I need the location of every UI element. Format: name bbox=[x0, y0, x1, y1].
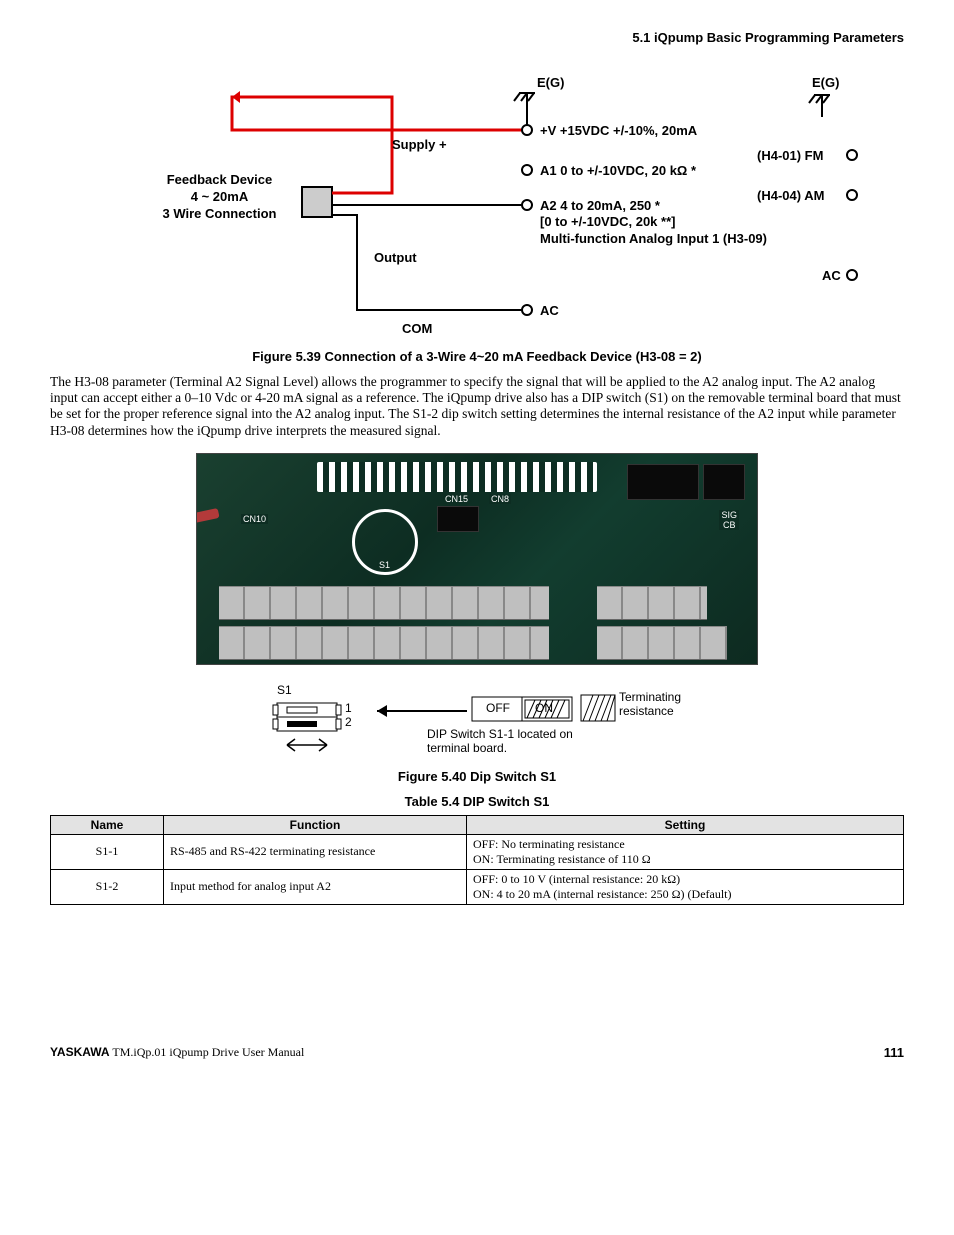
th-function: Function bbox=[164, 815, 467, 834]
a2-line2: [0 to +/-10VDC, 20k **] bbox=[540, 214, 675, 229]
page-number: 111 bbox=[884, 1045, 904, 1060]
a2-line1: A2 4 to 20mA, 250 * bbox=[540, 198, 660, 213]
table-header-row: Name Function Setting bbox=[51, 815, 904, 834]
off-label: OFF bbox=[486, 701, 510, 715]
am-label: (H4-04) AM bbox=[757, 188, 824, 203]
th-setting: Setting bbox=[467, 815, 904, 834]
eg-right-label: E(G) bbox=[812, 75, 839, 90]
body-paragraph: The H3-08 parameter (Terminal A2 Signal … bbox=[50, 374, 904, 439]
feedback-device-line2: 4 ~ 20mA bbox=[191, 189, 248, 204]
s11-setting-off: OFF: No terminating resistance bbox=[473, 837, 625, 851]
dip-switch-diagram: S1 1 2 OFF ON Terminating resistance DIP… bbox=[267, 683, 687, 763]
feedback-device-line1: Feedback Device bbox=[167, 172, 273, 187]
ac-left-label: AC bbox=[540, 303, 559, 318]
table-row: S1-1 RS-485 and RS-422 terminating resis… bbox=[51, 834, 904, 869]
cell-s11-name: S1-1 bbox=[51, 834, 164, 869]
cell-s12-name: S1-2 bbox=[51, 869, 164, 904]
figure-5-40-caption: Figure 5.40 Dip Switch S1 bbox=[50, 769, 904, 784]
cell-s11-setting: OFF: No terminating resistance ON: Termi… bbox=[467, 834, 904, 869]
figure-5-39-caption: Figure 5.39 Connection of a 3-Wire 4~20 … bbox=[50, 349, 904, 364]
a1-label: A1 0 to +/-10VDC, 20 kΩ * bbox=[540, 163, 696, 178]
cell-s12-setting: OFF: 0 to 10 V (internal resistance: 20 … bbox=[467, 869, 904, 904]
supply-plus-label: Supply + bbox=[392, 137, 447, 152]
pcb-photo: CN15 CN8 S1 CN10 SIGCB bbox=[196, 453, 758, 665]
s11-setting-on: ON: Terminating resistance of 110 Ω bbox=[473, 852, 651, 866]
terminating-label: Terminating resistance bbox=[619, 691, 699, 719]
figure-5-39-schematic: Feedback Device 4 ~ 20mA 3 Wire Connecti… bbox=[92, 75, 862, 345]
ac-right-label: AC bbox=[822, 268, 841, 283]
s1-row2: 2 bbox=[345, 715, 352, 729]
page-footer: YASKAWA TM.iQp.01 iQpump Drive User Manu… bbox=[50, 1045, 904, 1060]
s12-setting-on: ON: 4 to 20 mA (internal resistance: 250… bbox=[473, 887, 732, 901]
dip-note-line2: terminal board. bbox=[427, 741, 507, 755]
s12-setting-off: OFF: 0 to 10 V (internal resistance: 20 … bbox=[473, 872, 680, 886]
vplus-label: +V +15VDC +/-10%, 20mA bbox=[540, 123, 697, 138]
footer-brand: YASKAWA bbox=[50, 1045, 110, 1059]
dip-note-line1: DIP Switch S1-1 located on bbox=[427, 727, 573, 741]
table-5-4-caption: Table 5.4 DIP Switch S1 bbox=[50, 794, 904, 809]
com-label: COM bbox=[402, 321, 432, 336]
table-row: S1-2 Input method for analog input A2 OF… bbox=[51, 869, 904, 904]
on-label: ON bbox=[535, 701, 553, 715]
th-name: Name bbox=[51, 815, 164, 834]
output-label: Output bbox=[374, 250, 417, 265]
cell-s12-func: Input method for analog input A2 bbox=[164, 869, 467, 904]
table-5-4: Name Function Setting S1-1 RS-485 and RS… bbox=[50, 815, 904, 905]
fm-label: (H4-01) FM bbox=[757, 148, 823, 163]
section-header: 5.1 iQpump Basic Programming Parameters bbox=[50, 30, 904, 45]
s1-row1: 1 bbox=[345, 701, 352, 715]
footer-doc: TM.iQp.01 iQpump Drive User Manual bbox=[110, 1045, 305, 1059]
cell-s11-func: RS-485 and RS-422 terminating resistance bbox=[164, 834, 467, 869]
eg-left-label: E(G) bbox=[537, 75, 564, 90]
a2-line3: Multi-function Analog Input 1 (H3-09) bbox=[540, 231, 767, 246]
s1-label: S1 bbox=[277, 683, 292, 697]
feedback-device-line3: 3 Wire Connection bbox=[162, 206, 276, 221]
